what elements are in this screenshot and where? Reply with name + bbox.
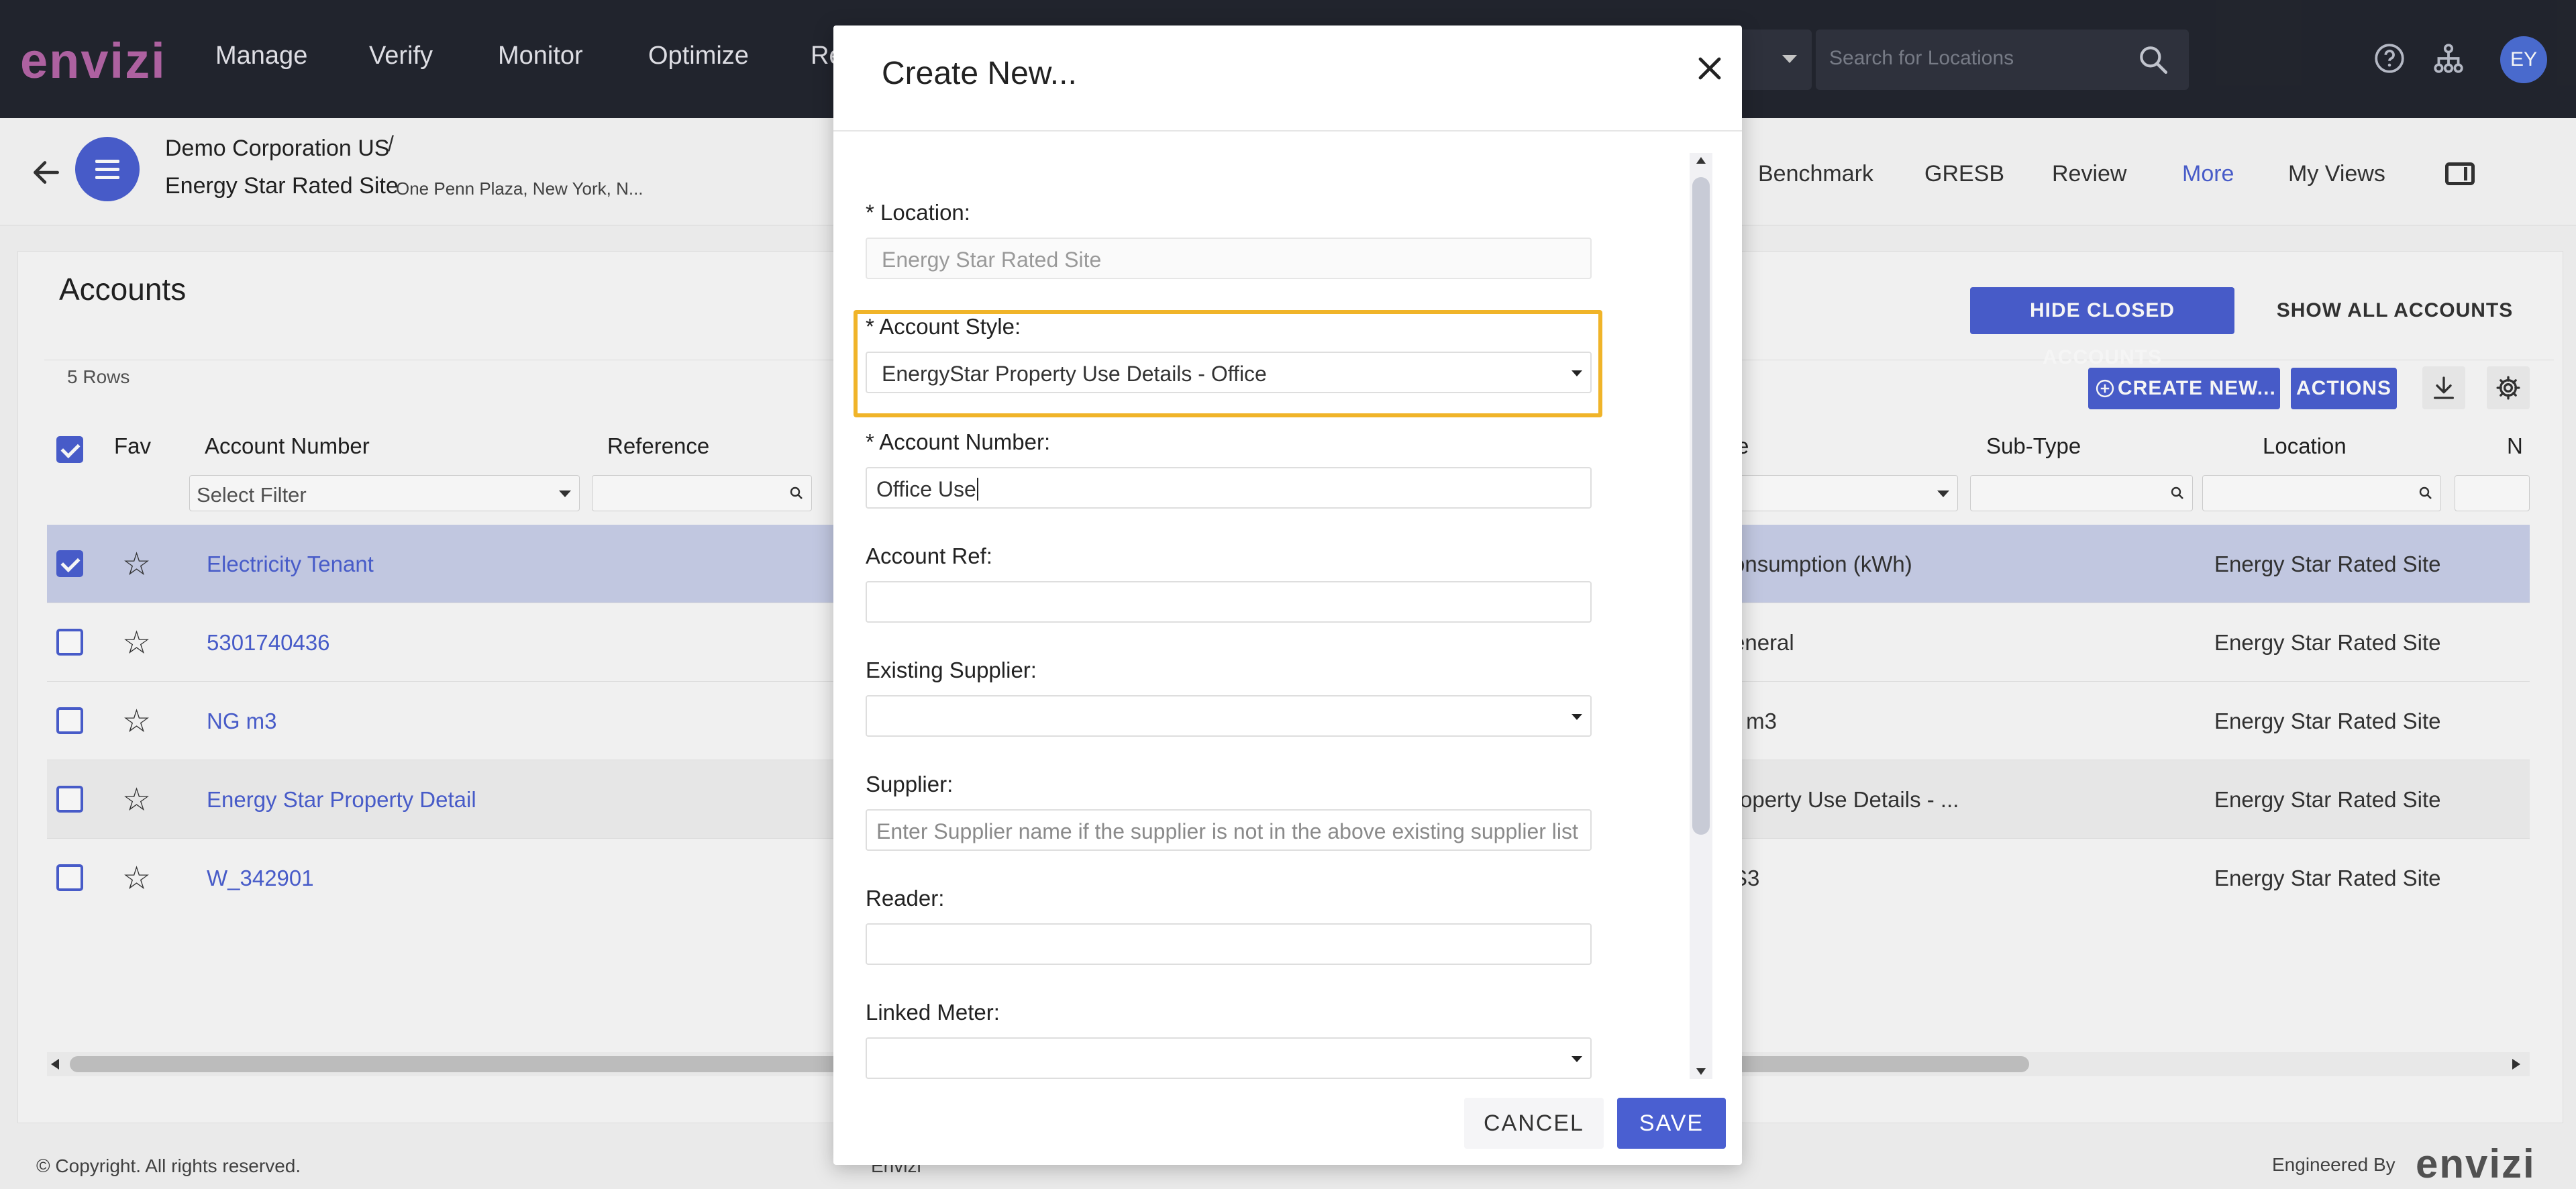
cancel-button[interactable]: CANCEL: [1464, 1098, 1604, 1149]
account-number-label: * Account Number:: [866, 429, 1051, 454]
scroll-up-icon[interactable]: [1696, 157, 1706, 164]
account-ref-label: Account Ref:: [866, 544, 992, 568]
existing-supplier-select[interactable]: [866, 695, 1592, 737]
text-cursor: [976, 478, 978, 501]
dialog-scrollbar[interactable]: [1690, 153, 1712, 1079]
chevron-down-icon: [1572, 1056, 1582, 1062]
close-icon[interactable]: [1694, 52, 1726, 85]
location-label: * Location:: [866, 200, 970, 225]
chevron-down-icon: [1572, 714, 1582, 720]
location-field: Energy Star Rated Site: [866, 238, 1592, 279]
supplier-placeholder: Enter Supplier name if the supplier is n…: [876, 819, 1578, 843]
dialog-body: * Location: Energy Star Rated Site * Acc…: [833, 132, 1742, 1104]
location-value: Energy Star Rated Site: [882, 248, 1102, 272]
reader-input[interactable]: [866, 923, 1592, 965]
existing-supplier-label: Existing Supplier:: [866, 658, 1037, 682]
save-button[interactable]: SAVE: [1617, 1098, 1726, 1149]
account-number-input[interactable]: Office Use: [866, 467, 1592, 509]
account-style-select[interactable]: EnergyStar Property Use Details - Office: [866, 352, 1592, 393]
scrollbar-thumb[interactable]: [1692, 177, 1710, 835]
account-number-value: Office Use: [876, 477, 976, 501]
reader-label: Reader:: [866, 886, 945, 911]
scroll-down-icon[interactable]: [1696, 1068, 1706, 1075]
dialog-title: Create New...: [882, 56, 1077, 91]
linked-meter-select[interactable]: [866, 1037, 1592, 1079]
supplier-input[interactable]: Enter Supplier name if the supplier is n…: [866, 809, 1592, 851]
account-style-value: EnergyStar Property Use Details - Office: [882, 362, 1267, 386]
create-new-dialog: Create New... * Location: Energy Star Ra…: [833, 25, 1742, 1165]
linked-meter-label: Linked Meter:: [866, 1000, 1000, 1025]
account-ref-input[interactable]: [866, 581, 1592, 623]
supplier-label: Supplier:: [866, 772, 954, 796]
chevron-down-icon: [1572, 370, 1582, 376]
account-style-label: * Account Style:: [866, 314, 1021, 339]
